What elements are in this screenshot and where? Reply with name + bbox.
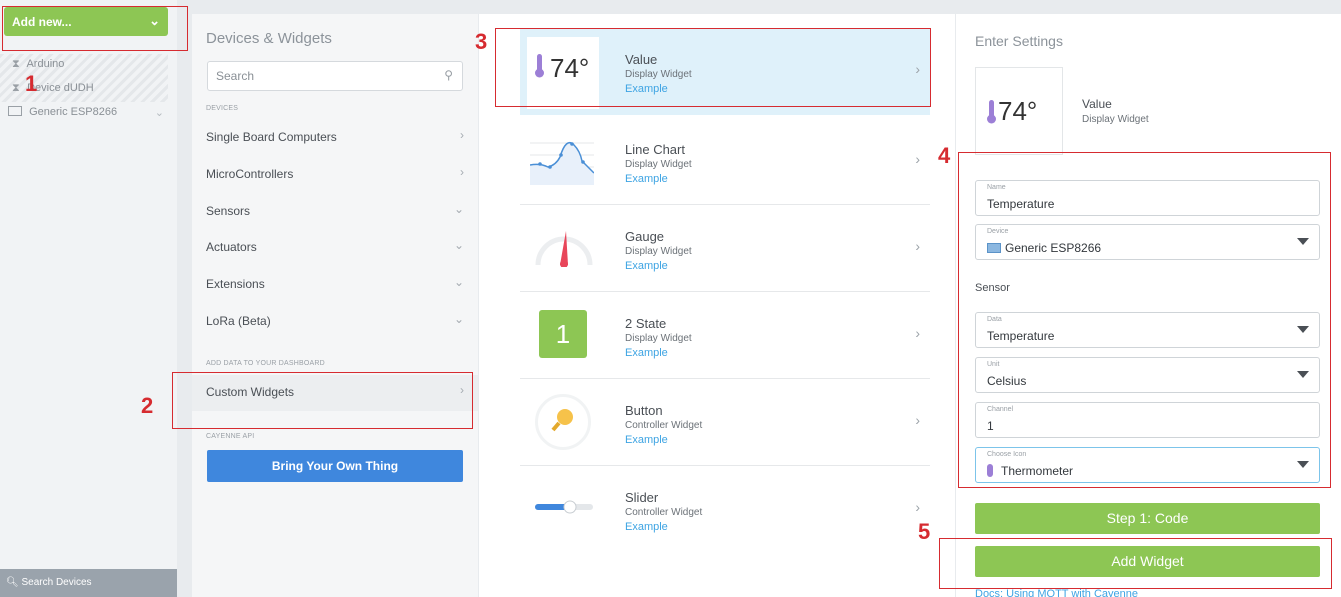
chevron-right-icon: › [915,325,920,341]
widget-example-link[interactable]: Example [625,434,668,446]
section-cayenne-api: CAYENNE API [206,433,255,440]
widget-example-link[interactable]: Example [625,347,668,359]
lightbulb-icon [551,409,573,432]
search-devices-label: Search Devices [21,577,92,588]
device-item-arduino[interactable]: ⧗ Arduino [12,58,64,71]
category-label: Actuators [206,240,257,254]
hourglass-icon: ⧗ [12,82,20,94]
annotation-box-2 [172,372,473,429]
widget-title: Gauge [625,229,665,244]
annotation-box-4 [958,152,1331,488]
widget-title: Slider [625,490,659,505]
chevron-down-icon: ⌄ [453,238,464,252]
category-actuators[interactable]: Actuators ⌄ [192,230,478,266]
preview-value: 74° [998,96,1038,126]
two-state-thumbnail: 1 [539,310,587,358]
widget-example-link[interactable]: Example [625,260,668,272]
widget-type: Display Widget [625,246,692,257]
widget-type: Display Widget [625,333,692,344]
category-label: LoRa (Beta) [206,314,271,328]
slider-thumbnail [535,500,593,514]
category-label: MicroControllers [206,167,294,181]
annotation-box-3 [495,28,931,107]
category-sensors[interactable]: Sensors ⌄ [192,194,478,230]
preview-subtitle: Display Widget [1082,114,1149,125]
annotation-number-2: 2 [141,393,154,418]
board-icon [8,106,22,116]
section-devices: DEVICES [206,105,239,112]
category-extensions[interactable]: Extensions ⌄ [192,267,478,303]
search-icon: ⚲ [444,68,453,82]
device-name: Generic ESP8266 [29,106,118,118]
widget-type: Controller Widget [625,507,703,518]
widget-example-link[interactable]: Example [625,521,668,533]
widget-title: Button [625,403,663,418]
widget-title: Line Chart [625,142,685,157]
chevron-right-icon: › [915,499,920,515]
hourglass-icon: ⧗ [12,58,20,70]
gauge-thumbnail [532,227,604,299]
search-input[interactable]: Search ⚲ [207,61,463,91]
chevron-down-icon: ⌄ [154,107,164,119]
chevron-down-icon: ⌄ [453,275,464,289]
widget-type: Display Widget [625,159,692,170]
chevron-right-icon: › [460,165,464,179]
chevron-down-icon: ⌄ [453,312,464,326]
device-item-esp8266[interactable]: Generic ESP8266 ⌄ [8,106,168,119]
widget-example-link[interactable]: Example [625,173,668,185]
category-microcontrollers[interactable]: MicroControllers › [192,157,478,193]
chevron-down-icon: ⌄ [453,202,464,216]
step1-code-button[interactable]: Step 1: Code [975,503,1320,534]
settings-title: Enter Settings [975,33,1063,49]
annotation-box-1 [2,6,188,51]
annotation-number-3: 3 [475,29,488,54]
device-name: Arduino [26,58,65,70]
chevron-right-icon: › [915,238,920,254]
panel-title: Devices & Widgets [206,30,332,47]
button-thumbnail [535,394,591,450]
chevron-right-icon: › [460,128,464,142]
search-icon: 🔍︎ [6,577,19,588]
category-label: Sensors [206,204,251,218]
category-single-board-computers[interactable]: Single Board Computers › [192,120,478,156]
annotation-number-4: 4 [938,143,951,168]
gauge-icon [535,231,593,268]
widget-row-gauge[interactable]: Gauge Display Widget Example › [520,205,930,292]
annotation-number-5: 5 [918,519,931,544]
line-chart-thumbnail [529,133,602,205]
widget-type: Controller Widget [625,420,703,431]
preview-title: Value [1082,97,1112,111]
bring-your-own-thing-button[interactable]: Bring Your Own Thing [207,450,463,482]
widget-title: 2 State [625,316,667,331]
annotation-box-5 [939,538,1332,589]
two-state-value: 1 [555,319,571,349]
search-devices-button[interactable]: 🔍︎ Search Devices [0,569,177,597]
category-label: Extensions [206,277,265,291]
widget-row-line-chart[interactable]: Line Chart Display Widget Example › [520,118,930,205]
search-placeholder: Search [216,69,255,83]
docs-mqtt-link[interactable]: Docs: Using MQTT with Cayenne [975,588,1138,597]
category-label: Single Board Computers [206,130,337,144]
widget-row-slider[interactable]: Slider Controller Widget Example › [520,466,930,553]
widget-row-2-state[interactable]: 1 2 State Display Widget Example › [520,292,930,379]
slider-icon [535,500,593,514]
widget-row-button[interactable]: Button Controller Widget Example › [520,379,930,466]
annotation-number-1: 1 [25,71,38,96]
widget-preview: 74° [975,67,1063,155]
chevron-right-icon: › [915,412,920,428]
devices-widgets-panel: Devices & Widgets Search ⚲ DEVICES Singl… [192,14,478,597]
line-chart-icon [529,142,595,185]
chevron-right-icon: › [915,151,920,167]
section-dashboard: ADD DATA TO YOUR DASHBOARD [206,360,325,367]
category-lora[interactable]: LoRa (Beta) ⌄ [192,304,478,340]
